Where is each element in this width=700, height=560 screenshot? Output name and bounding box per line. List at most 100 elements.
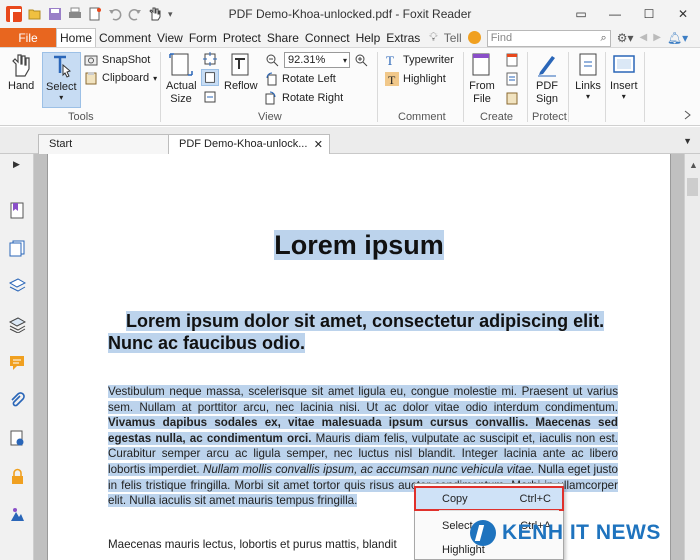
print-icon[interactable] [68,7,82,21]
reflow-button[interactable]: Reflow [224,52,258,92]
actual-size-button[interactable]: Actual Size [166,52,197,106]
group-label-create: Create [480,111,514,123]
document-title-text: Lorem ipsum [274,230,444,260]
hand-tool-icon[interactable] [148,7,162,21]
select-button[interactable]: Select ▾ [42,52,81,108]
tab-document[interactable]: PDF Demo-Khoa-unlock... ✕ [168,134,330,154]
tab-share[interactable]: Share [264,28,302,47]
search-icon[interactable]: ⌕ [601,32,610,45]
tab-file[interactable]: File [0,28,56,47]
rotate-left-button[interactable]: Rotate Left [264,72,336,86]
tab-protect[interactable]: Protect [220,28,264,47]
pen-sign-icon [538,56,556,77]
tell-me-label[interactable]: Tell [444,31,462,45]
watermark: KENH IT NEWS [470,520,661,546]
menu-item-copy[interactable]: Copy Ctrl+C [414,486,564,511]
tab-connect[interactable]: Connect [302,28,353,47]
document-title[interactable]: Lorem ipsum [48,230,670,261]
typewriter-button[interactable]: T Typewriter [385,53,454,67]
tab-extras[interactable]: Extras [383,28,423,47]
paragraph-text: Vestibulum neque massa, scelerisque sit … [108,385,618,414]
minimize-icon[interactable]: — [598,0,632,28]
reflow-label: Reflow [224,80,258,92]
group-label-comment: Comment [398,111,446,123]
rotate-left-label: Rotate Left [282,73,336,85]
bookmark-panel-icon[interactable] [9,202,26,219]
scroll-thumb[interactable] [687,178,698,196]
new-document-icon[interactable] [88,7,102,21]
menu-separator [439,510,559,511]
pages-panel-icon[interactable] [9,240,26,257]
fit-visible-icon[interactable] [203,90,217,104]
document-viewport[interactable]: Lorem ipsum Lorem ipsum dolor sit amet, … [34,154,684,560]
tab-form[interactable]: Form [186,28,220,47]
notification-bell-icon[interactable]: 🔔︎▾ [667,31,688,45]
highlight-button[interactable]: T Highlight [385,72,446,86]
hand-button[interactable]: Hand [8,52,34,92]
signature-panel-icon[interactable] [9,430,26,447]
links-dropdown-icon: ▾ [585,92,590,101]
links-button[interactable]: Links ▾ [575,52,601,101]
nav-back-icon[interactable]: ◀ [639,32,647,43]
document-subtitle[interactable]: Lorem ipsum dolor sit amet, consectetur … [108,310,608,354]
create-blank-icon[interactable] [505,53,519,67]
ribbon-scroll-right-icon[interactable] [682,110,694,120]
create-clipboard-icon[interactable] [505,91,519,105]
layers-stack-icon[interactable] [9,316,26,333]
tab-home[interactable]: Home [56,28,97,47]
save-icon[interactable] [48,7,62,21]
foxit-logo-icon [6,6,22,22]
settings-gear-icon[interactable]: ⚙▾ [617,31,634,45]
snapshot-button[interactable]: SnapShot [84,53,150,67]
undo-icon[interactable] [108,7,122,21]
actual-size-icon [169,53,193,76]
tab-start[interactable]: Start [38,134,170,154]
title-bar: ▾ PDF Demo-Khoa-unlocked.pdf - Foxit Rea… [0,0,700,28]
close-icon[interactable]: ✕ [666,0,700,28]
from-file-button[interactable]: From File [469,52,495,106]
comments-panel-icon[interactable] [9,354,26,371]
content-panel-icon[interactable] [9,506,26,523]
pdf-sign-button[interactable]: PDF Sign [534,52,560,106]
pdf-page[interactable]: Lorem ipsum Lorem ipsum dolor sit amet, … [47,154,671,560]
security-lock-icon[interactable] [9,468,26,485]
fit-width-icon[interactable] [201,69,219,86]
redo-icon[interactable] [128,7,142,21]
insert-dropdown-icon: ▾ [621,92,626,101]
tab-comment[interactable]: Comment [96,28,154,47]
qat-dropdown-icon[interactable]: ▾ [168,9,173,20]
typewriter-icon: T [386,53,394,67]
maximize-icon[interactable]: ☐ [632,0,666,28]
scroll-up-icon[interactable]: ▲ [689,160,698,170]
find-input[interactable]: Find ⌕ [486,29,611,47]
nav-forward-icon[interactable]: ▶ [653,32,661,43]
fit-page-icon[interactable] [203,52,217,66]
select-dropdown-icon: ▾ [59,93,64,102]
attachments-panel-icon[interactable] [9,392,26,409]
feedback-icon[interactable] [467,31,481,44]
create-scan-icon[interactable] [505,72,519,86]
expand-pane-icon[interactable]: ▶ [13,159,20,170]
copy-label: Copy [442,492,468,505]
clipboard-button[interactable]: Clipboard ▾ [84,71,157,85]
links-label: Links [575,80,601,92]
from-file-icon [472,53,490,76]
zoom-in-icon[interactable] [355,54,368,67]
highlight-label: Highlight [403,73,446,85]
close-tab-icon[interactable]: ✕ [314,138,323,151]
typewriter-label: Typewriter [403,54,454,66]
restore-icon[interactable]: ▭ [564,0,598,28]
layers-panel-icon[interactable] [9,278,26,295]
ribbon-home: Hand Select ▾ SnapShot Clipboard ▾ Tools… [0,48,700,126]
zoom-out-icon[interactable] [266,54,279,67]
tabs-dropdown-icon[interactable]: ▼ [683,136,692,146]
tab-help[interactable]: Help [353,28,384,47]
snapshot-label: SnapShot [102,54,151,66]
tab-view[interactable]: View [154,28,186,47]
vertical-scrollbar[interactable]: ▲ [684,154,700,560]
rotate-right-button[interactable]: Rotate Right [264,91,343,105]
insert-button[interactable]: Insert ▾ [610,52,638,101]
group-label-view: View [258,111,282,123]
zoom-level-select[interactable]: 92.31% ▾ [284,52,350,68]
open-folder-icon[interactable] [28,7,42,21]
